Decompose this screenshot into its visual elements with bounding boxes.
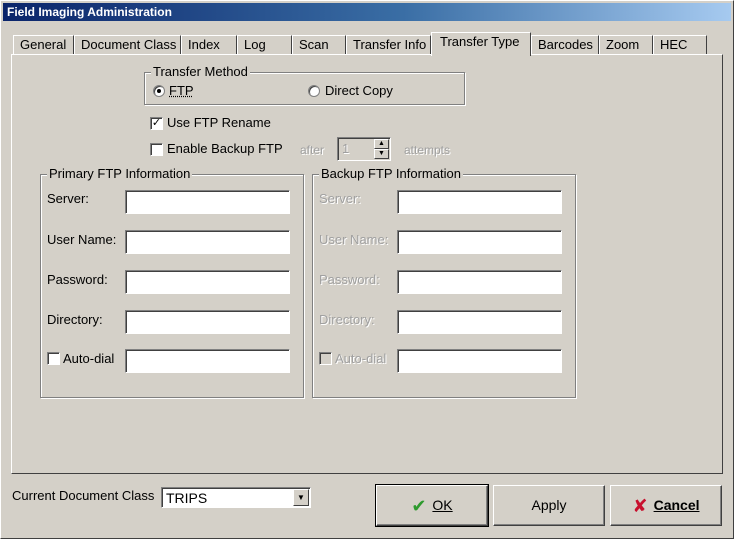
backup-ftp-group: Backup FTP Information Server: User Name… xyxy=(312,166,576,398)
apply-button-label: Apply xyxy=(531,497,567,513)
dialog-window: Field Imaging Administration General Doc… xyxy=(0,0,734,539)
transfer-method-group: Transfer Method FTP Direct Copy xyxy=(144,64,465,105)
primary-password-input[interactable] xyxy=(125,270,290,294)
backup-directory-label: Directory: xyxy=(319,312,375,327)
backup-password-label: Password: xyxy=(319,272,380,287)
tab-transfer-info[interactable]: Transfer Info xyxy=(346,35,431,55)
cancel-button[interactable]: ✘ Cancel xyxy=(610,485,722,526)
tab-hec[interactable]: HEC xyxy=(653,35,707,55)
radio-ftp-label[interactable]: FTP xyxy=(169,83,194,99)
tab-zoom[interactable]: Zoom xyxy=(599,35,653,55)
attempts-spinner[interactable]: 1 ▲ ▼ xyxy=(337,137,391,161)
spinner-buttons: ▲ ▼ xyxy=(374,139,389,159)
primary-username-input[interactable] xyxy=(125,230,290,254)
current-document-class-label: Current Document Class xyxy=(12,488,155,503)
enable-backup-ftp-label[interactable]: Enable Backup FTP xyxy=(167,141,283,157)
radio-direct-copy[interactable] xyxy=(308,85,320,97)
backup-server-label: Server: xyxy=(319,191,361,206)
backup-autodial-label[interactable]: Auto-dial xyxy=(335,351,386,367)
backup-username-label: User Name: xyxy=(319,232,389,247)
transfer-method-title: Transfer Method xyxy=(151,64,250,80)
backup-ftp-title: Backup FTP Information xyxy=(319,166,463,182)
title-bar: Field Imaging Administration xyxy=(3,3,731,21)
primary-autodial-checkbox[interactable] xyxy=(47,352,60,365)
primary-ftp-group: Primary FTP Information Server: User Nam… xyxy=(40,166,304,398)
attempts-value: 1 xyxy=(342,141,350,156)
primary-ftp-title: Primary FTP Information xyxy=(47,166,193,182)
tab-log[interactable]: Log xyxy=(237,35,292,55)
cancel-button-label: Cancel xyxy=(653,497,700,513)
primary-username-label: User Name: xyxy=(47,232,117,247)
tab-general[interactable]: General xyxy=(13,35,74,55)
primary-autodial-label[interactable]: Auto-dial xyxy=(63,351,114,367)
backup-server-input[interactable] xyxy=(397,190,562,214)
primary-server-input[interactable] xyxy=(125,190,290,214)
transfer-type-panel: Transfer Method FTP Direct Copy ✓ Use FT… xyxy=(11,54,723,474)
ok-button-label: OK xyxy=(432,497,453,513)
backup-directory-input[interactable] xyxy=(397,310,562,334)
checkmark-icon: ✔ xyxy=(411,496,427,517)
tab-scan[interactable]: Scan xyxy=(292,35,346,55)
chevron-down-icon[interactable]: ▼ xyxy=(293,489,309,506)
tab-transfer-type[interactable]: Transfer Type xyxy=(431,32,531,56)
radio-ftp[interactable] xyxy=(153,85,165,97)
primary-server-label: Server: xyxy=(47,191,89,206)
backup-autodial-checkbox[interactable] xyxy=(319,352,332,365)
primary-password-label: Password: xyxy=(47,272,108,287)
document-class-value: TRIPS xyxy=(166,490,208,506)
after-label: after xyxy=(300,143,325,157)
attempts-label: attempts xyxy=(404,143,451,157)
use-ftp-rename-label[interactable]: Use FTP Rename xyxy=(167,115,271,131)
backup-autodial-input[interactable] xyxy=(397,349,562,373)
use-ftp-rename-checkbox[interactable]: ✓ xyxy=(150,117,163,130)
document-class-dropdown[interactable]: TRIPS ▼ xyxy=(161,487,311,508)
spin-down-icon[interactable]: ▼ xyxy=(374,149,389,159)
apply-button[interactable]: Apply xyxy=(493,485,605,526)
tab-index[interactable]: Index xyxy=(181,35,237,55)
x-icon: ✘ xyxy=(632,496,648,517)
primary-directory-input[interactable] xyxy=(125,310,290,334)
spin-up-icon[interactable]: ▲ xyxy=(374,139,389,149)
enable-backup-ftp-checkbox[interactable] xyxy=(150,143,163,156)
tab-document-class[interactable]: Document Class xyxy=(74,35,181,55)
radio-direct-copy-label[interactable]: Direct Copy xyxy=(325,83,393,99)
ok-button[interactable]: ✔ OK xyxy=(375,484,489,527)
primary-directory-label: Directory: xyxy=(47,312,103,327)
backup-username-input[interactable] xyxy=(397,230,562,254)
radio-selected-dot xyxy=(157,89,161,93)
backup-password-input[interactable] xyxy=(397,270,562,294)
primary-autodial-input[interactable] xyxy=(125,349,290,373)
tab-barcodes[interactable]: Barcodes xyxy=(531,35,599,55)
